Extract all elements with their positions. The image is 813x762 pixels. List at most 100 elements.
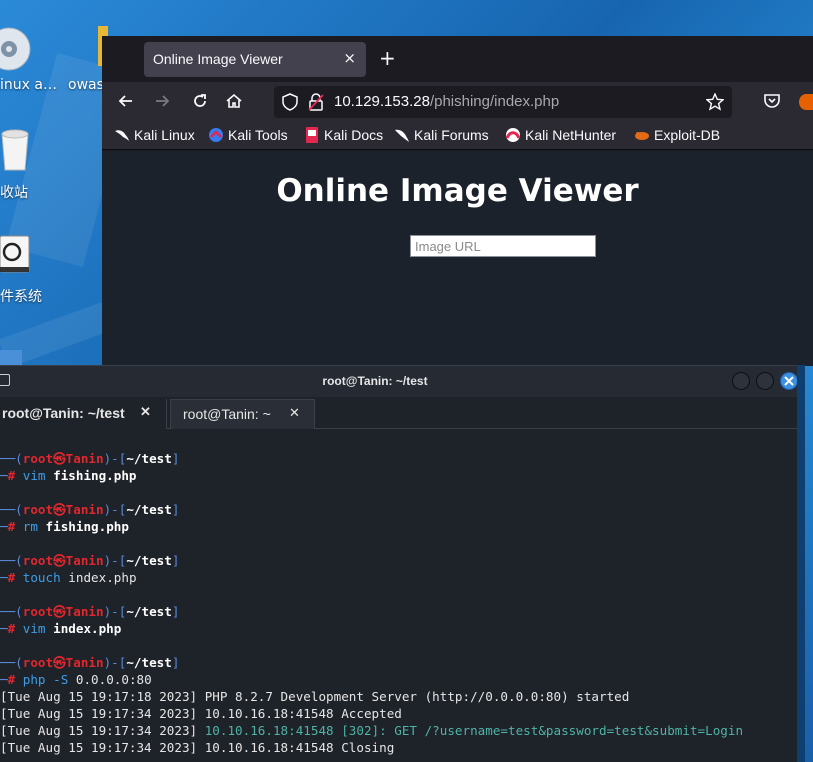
terminal-tab-home[interactable]: root@Tanin: ~ ✕	[170, 399, 315, 429]
browser-tab-active[interactable]: Online Image Viewer ×	[144, 42, 366, 77]
command-name: vim	[22, 468, 46, 483]
page-title: Online Image Viewer	[276, 173, 639, 209]
image-url-input[interactable]	[410, 235, 596, 257]
prompt-hash: #	[7, 519, 23, 534]
prompt-bracket: )-[	[103, 451, 127, 466]
home-folder-icon	[0, 350, 22, 366]
browser-navbar: 10.129.153.28/phishing/index.php	[102, 82, 813, 122]
forward-button[interactable]	[152, 92, 172, 112]
url-bar[interactable]: 10.129.153.28/phishing/index.php	[274, 86, 732, 118]
maximize-button[interactable]	[756, 372, 774, 390]
tab-close-icon[interactable]: ✕	[140, 404, 151, 420]
log-timestamp: [Tue Aug 15 19:17:34 2023]	[0, 740, 205, 755]
exploit-db-icon	[634, 127, 650, 143]
command-name: php	[22, 672, 46, 687]
trash-icon	[0, 128, 30, 172]
prompt-directory: ~/test	[126, 655, 172, 670]
log-timestamp: [Tue Aug 15 19:17:18 2023]	[0, 689, 205, 704]
back-button[interactable]	[116, 92, 136, 112]
kali-tools-icon	[208, 127, 224, 143]
terminal-output[interactable]: ──(root㉿Tanin)-[~/test] ─# vim fishing.ph…	[0, 450, 805, 756]
tab-close-icon[interactable]: ✕	[289, 405, 300, 421]
prompt-corner: ─	[0, 621, 8, 636]
arrow-right-icon	[156, 95, 170, 107]
kali-dragon-icon	[114, 127, 130, 143]
command-name: rm	[22, 519, 38, 534]
terminal-prompt-line: ──(root㉿Tanin)-[~/test]	[0, 552, 805, 569]
desktop-icon-label: owas	[68, 77, 104, 93]
bookmark-kali-forums[interactable]: Kali Forums	[394, 127, 489, 143]
tab-close-icon[interactable]: ×	[343, 49, 356, 67]
reload-button[interactable]	[190, 92, 210, 112]
bookmark-kali-tools[interactable]: Kali Tools	[208, 127, 288, 143]
tab-title: Online Image Viewer	[153, 51, 283, 67]
new-tab-button[interactable]: +	[379, 48, 396, 68]
bookmark-label: Exploit-DB	[654, 127, 721, 143]
insecure-lock-icon[interactable]	[308, 93, 324, 115]
prompt-bracket: )-[	[103, 553, 127, 568]
url-host: 10.129.153.28	[334, 93, 430, 110]
command-space	[46, 672, 54, 687]
desktop-icon-linux[interactable]: inux a…	[0, 22, 60, 102]
bookmark-star-icon[interactable]	[705, 92, 725, 115]
prompt-bracket: )-[	[103, 655, 127, 670]
prompt-user-host: root㉿Tanin	[22, 604, 104, 619]
command-space	[46, 468, 54, 483]
terminal-command-line: ─# rm fishing.php	[0, 518, 805, 535]
disc-icon	[0, 26, 32, 72]
url-path: /phishing/index.php	[429, 93, 560, 110]
prompt-user-host: root㉿Tanin	[22, 655, 104, 670]
bookmark-exploit-db[interactable]: Exploit-DB	[634, 127, 720, 143]
minimize-button[interactable]	[732, 372, 750, 390]
command-argument: fishing.php	[45, 519, 129, 534]
prompt-bracket: ]	[171, 553, 180, 568]
url-text[interactable]: 10.129.153.28/phishing/index.php	[334, 93, 559, 110]
command-name: touch	[22, 570, 61, 585]
terminal-scrollbar[interactable]	[797, 365, 805, 762]
prompt-hash: #	[7, 570, 23, 585]
extension-icon[interactable]	[799, 94, 813, 110]
log-message: PHP 8.2.7 Development Server (http://0.0…	[204, 689, 630, 704]
home-icon	[226, 93, 242, 108]
prompt-bracket: ]	[171, 502, 180, 517]
prompt-hash: #	[7, 621, 23, 636]
prompt-user-host: root㉿Tanin	[22, 451, 104, 466]
terminal-prompt-line: ──(root㉿Tanin)-[~/test]	[0, 654, 805, 671]
desktop-icon-filesystem[interactable]: 件系统	[0, 234, 60, 309]
prompt-corner: ─	[0, 519, 8, 534]
prompt-corner: ─	[0, 672, 8, 687]
prompt-bracket: ]	[171, 451, 180, 466]
prompt-bracket: ──(	[0, 502, 23, 517]
bookmark-kali-docs[interactable]: Kali Docs	[304, 127, 383, 143]
prompt-corner: ─	[0, 468, 8, 483]
bookmark-label: Kali Linux	[134, 127, 195, 143]
terminal-command-line: ─# php -S 0.0.0.0:80	[0, 671, 805, 688]
prompt-user-host: root㉿Tanin	[22, 553, 104, 568]
nethunter-icon	[505, 127, 521, 143]
desktop-icon-label: 收站	[0, 185, 28, 201]
terminal-tabbar: root@Tanin: ~/test ✕ root@Tanin: ~ ✕	[0, 397, 805, 429]
close-button[interactable]	[780, 372, 798, 390]
terminal-tab-test[interactable]: root@Tanin: ~/test ✕	[0, 399, 167, 429]
prompt-bracket: ──(	[0, 451, 23, 466]
desktop-icon-trash[interactable]: 收站	[0, 128, 60, 203]
command-space	[46, 621, 54, 636]
prompt-corner: ─	[0, 570, 8, 585]
bookmark-kali-linux[interactable]: Kali Linux	[114, 127, 195, 143]
bookmark-kali-nethunter[interactable]: Kali NetHunter	[505, 127, 616, 143]
prompt-bracket: ]	[171, 655, 180, 670]
prompt-hash: #	[7, 672, 23, 687]
home-button[interactable]	[224, 92, 244, 112]
desktop-icon-label: 件系统	[0, 289, 42, 305]
page-content: Online Image Viewer	[102, 151, 813, 366]
command-argument: fishing.php	[53, 468, 137, 483]
prompt-hash: #	[7, 468, 23, 483]
prompt-directory: ~/test	[126, 451, 172, 466]
prompt-directory: ~/test	[126, 553, 172, 568]
terminal-command-line: ─# touch index.php	[0, 569, 805, 586]
close-icon	[784, 376, 794, 386]
shield-icon[interactable]	[282, 93, 298, 115]
pocket-button[interactable]	[762, 92, 782, 112]
bookmark-label: Kali Tools	[228, 127, 288, 143]
